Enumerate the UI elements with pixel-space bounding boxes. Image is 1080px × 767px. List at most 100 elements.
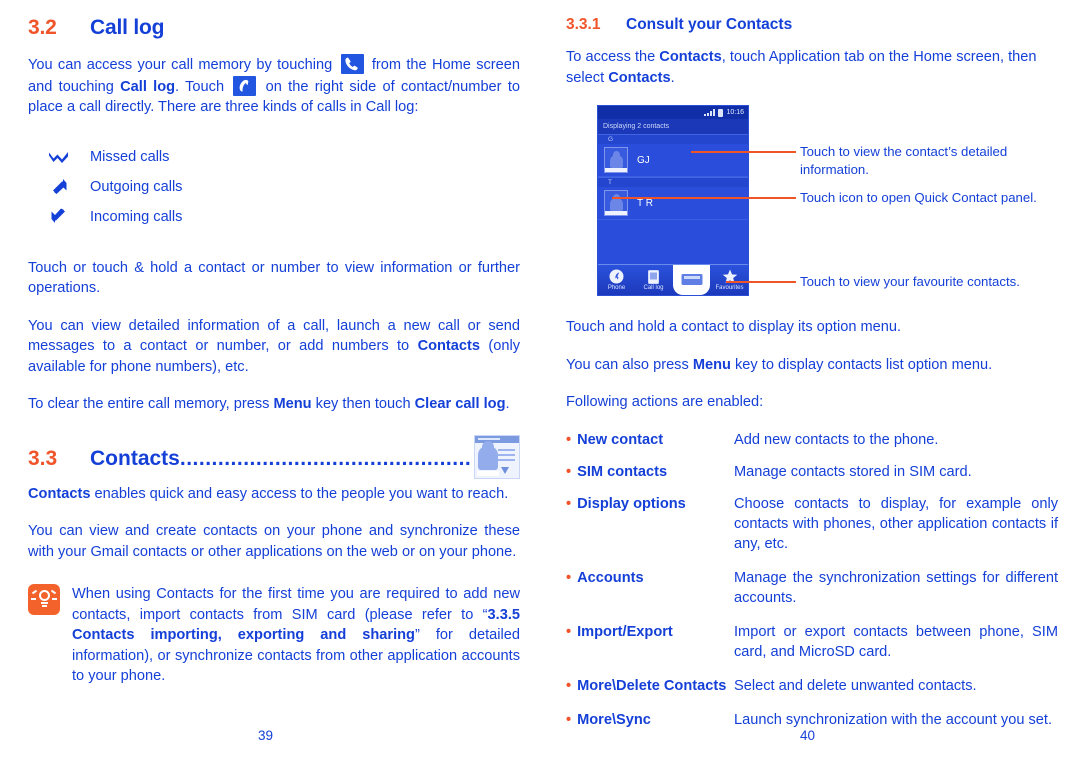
- call-type-list: Missed calls Outgoing calls Incoming cal…: [28, 142, 520, 232]
- signal-bars-icon: [704, 109, 716, 116]
- tip-part-a: When using Contacts for the first time y…: [72, 586, 520, 623]
- dot-leader: ........................................…: [179, 447, 472, 470]
- call-type-label: Incoming calls: [90, 208, 183, 225]
- battery-icon: [718, 108, 724, 117]
- phone-mock-screen: 10:16 Displaying 2 contacts G GJ T T R P…: [597, 105, 749, 296]
- callout-line-1: [691, 151, 796, 153]
- p4-part-e: .: [505, 396, 510, 412]
- outgoing-call-icon: [28, 178, 90, 195]
- rp1-part-a: To access the: [566, 49, 660, 65]
- p4-part-c: key then touch: [311, 396, 415, 412]
- intro-bold-call-log: Call log: [120, 78, 176, 95]
- action-row-display-options: • Display options Choose contacts to disp…: [566, 494, 1058, 554]
- action-term: • SIM contacts: [566, 462, 734, 482]
- action-term: • More\Delete Contacts: [566, 676, 734, 696]
- phone-title-bar: Displaying 2 contacts: [598, 119, 748, 134]
- phone-icon: [609, 269, 624, 284]
- section-title: Call log: [90, 16, 165, 39]
- phone-tab-bar: Phone Call log Favourites: [598, 264, 748, 295]
- bullet-icon: •: [566, 623, 572, 640]
- action-term: • Accounts: [566, 568, 734, 608]
- contact-avatar[interactable]: [604, 147, 628, 173]
- tab-favourites[interactable]: Favourites: [711, 265, 748, 295]
- section-heading-contacts: 3.3 Contacts ...........................…: [28, 434, 520, 479]
- action-description: Manage contacts stored in SIM card.: [734, 463, 972, 480]
- action-term-label: New contact: [577, 431, 664, 448]
- action-row-import-export: • Import/Export Import or export contacts…: [566, 622, 1058, 662]
- rp3-bold-menu: Menu: [692, 356, 731, 373]
- action-description: Choose contacts to display, for example …: [734, 495, 1058, 552]
- section-number: 3.3: [28, 446, 58, 470]
- section-number: 3.2: [28, 16, 57, 39]
- bullet-icon: •: [566, 463, 572, 480]
- action-term: • New contact: [566, 430, 734, 450]
- action-term: • More\Sync: [566, 710, 734, 730]
- callout-text-2: Touch icon to open Quick Contact panel.: [800, 190, 1037, 205]
- contact-group-header: T: [598, 177, 748, 187]
- tab-call-log[interactable]: Call log: [635, 265, 672, 295]
- p4-bold-clear-call-log: Clear call log: [414, 396, 506, 412]
- section-heading-call-log: 3.2 Call log: [28, 16, 520, 40]
- missed-call-icon: [28, 149, 90, 165]
- incoming-call-icon: [28, 208, 90, 225]
- contact-list-item[interactable]: T R: [598, 187, 748, 220]
- callout-text-3: Touch to view your favourite contacts.: [800, 274, 1020, 289]
- contacts-app-thumbnail-icon: [474, 434, 520, 479]
- contact-list-item[interactable]: GJ: [598, 144, 748, 177]
- action-description: Manage the synchronization settings for …: [734, 569, 1058, 606]
- menu-key-paragraph: You can also press Menu key to display c…: [566, 355, 1058, 376]
- callout-text-1: Touch to view the contact’s detailed inf…: [800, 144, 1008, 177]
- contact-avatar[interactable]: [604, 190, 628, 216]
- section-title: Consult your Contacts: [626, 16, 793, 33]
- tab-label: Phone: [607, 285, 626, 291]
- p3-bold-contacts: Contacts: [417, 338, 480, 354]
- bullet-icon: •: [566, 711, 572, 728]
- status-clock: 10:16: [726, 109, 744, 116]
- intro-text-part-3: . Touch: [175, 78, 231, 95]
- following-actions-paragraph: Following actions are enabled:: [566, 394, 764, 410]
- page-number-left: 39: [258, 728, 274, 743]
- tip-text: When using Contacts for the first time y…: [72, 584, 520, 687]
- call-type-label: Outgoing calls: [90, 178, 183, 195]
- section-number: 3.3.1: [566, 16, 601, 33]
- page-number-right: 40: [800, 728, 816, 743]
- action-term-label: Import/Export: [577, 623, 673, 640]
- action-row-sim-contacts: • SIM contacts Manage contacts stored in …: [566, 462, 1058, 482]
- bullet-icon: •: [566, 495, 572, 512]
- action-description: Import or export contacts between phone,…: [734, 623, 1058, 660]
- section-heading-consult-contacts: 3.3.1 Consult your Contacts: [566, 16, 1058, 34]
- callout-line-3: [726, 281, 796, 283]
- place-call-icon: [233, 75, 257, 96]
- actions-definition-list: • New contact Add new contacts to the pho…: [566, 430, 1058, 730]
- action-term-label: SIM contacts: [577, 463, 668, 480]
- rp3-part-a: You can also press: [566, 356, 693, 373]
- action-row-new-contact: • New contact Add new contacts to the pho…: [566, 430, 1058, 450]
- call-type-row-outgoing: Outgoing calls: [28, 172, 520, 202]
- contacts-sync-paragraph: You can view and create contacts on your…: [28, 523, 520, 560]
- p5-bold-contacts: Contacts: [28, 485, 91, 502]
- clear-call-memory-paragraph: To clear the entire call memory, press M…: [28, 394, 520, 415]
- action-description: Add new contacts to the phone.: [734, 431, 939, 448]
- p4-bold-menu: Menu: [273, 396, 312, 412]
- right-page-column: 3.3.1 Consult your Contacts To access th…: [566, 0, 1058, 767]
- call-type-row-missed: Missed calls: [28, 142, 520, 172]
- lightbulb-tip-icon: [28, 584, 60, 615]
- tab-phone[interactable]: Phone: [598, 265, 635, 295]
- bullet-icon: •: [566, 677, 572, 694]
- contact-name: GJ: [637, 154, 650, 166]
- rp1-bold-contacts-1: Contacts: [659, 49, 722, 65]
- tab-label: Favourites: [715, 285, 744, 291]
- action-row-more-sync: • More\Sync Launch synchronization with t…: [566, 710, 1058, 730]
- tab-contacts[interactable]: [673, 265, 710, 295]
- contacts-intro-paragraph: Contacts enables quick and easy access t…: [28, 484, 520, 505]
- rp3-part-c: key to display contacts list option menu…: [730, 356, 993, 373]
- action-term: • Import/Export: [566, 622, 734, 662]
- document-page: 3.2 Call log You can access your call me…: [0, 0, 1080, 767]
- action-row-more-delete-contacts: • More\Delete Contacts Select and delete …: [566, 676, 1058, 696]
- tab-label: Call log: [643, 285, 664, 291]
- call-type-row-incoming: Incoming calls: [28, 202, 520, 232]
- left-page-column: 3.2 Call log You can access your call me…: [28, 0, 520, 767]
- action-term-label: More\Delete Contacts: [577, 677, 727, 694]
- phone-status-bar: 10:16: [598, 106, 748, 119]
- option-menu-paragraph: Touch and hold a contact to display its …: [566, 319, 902, 335]
